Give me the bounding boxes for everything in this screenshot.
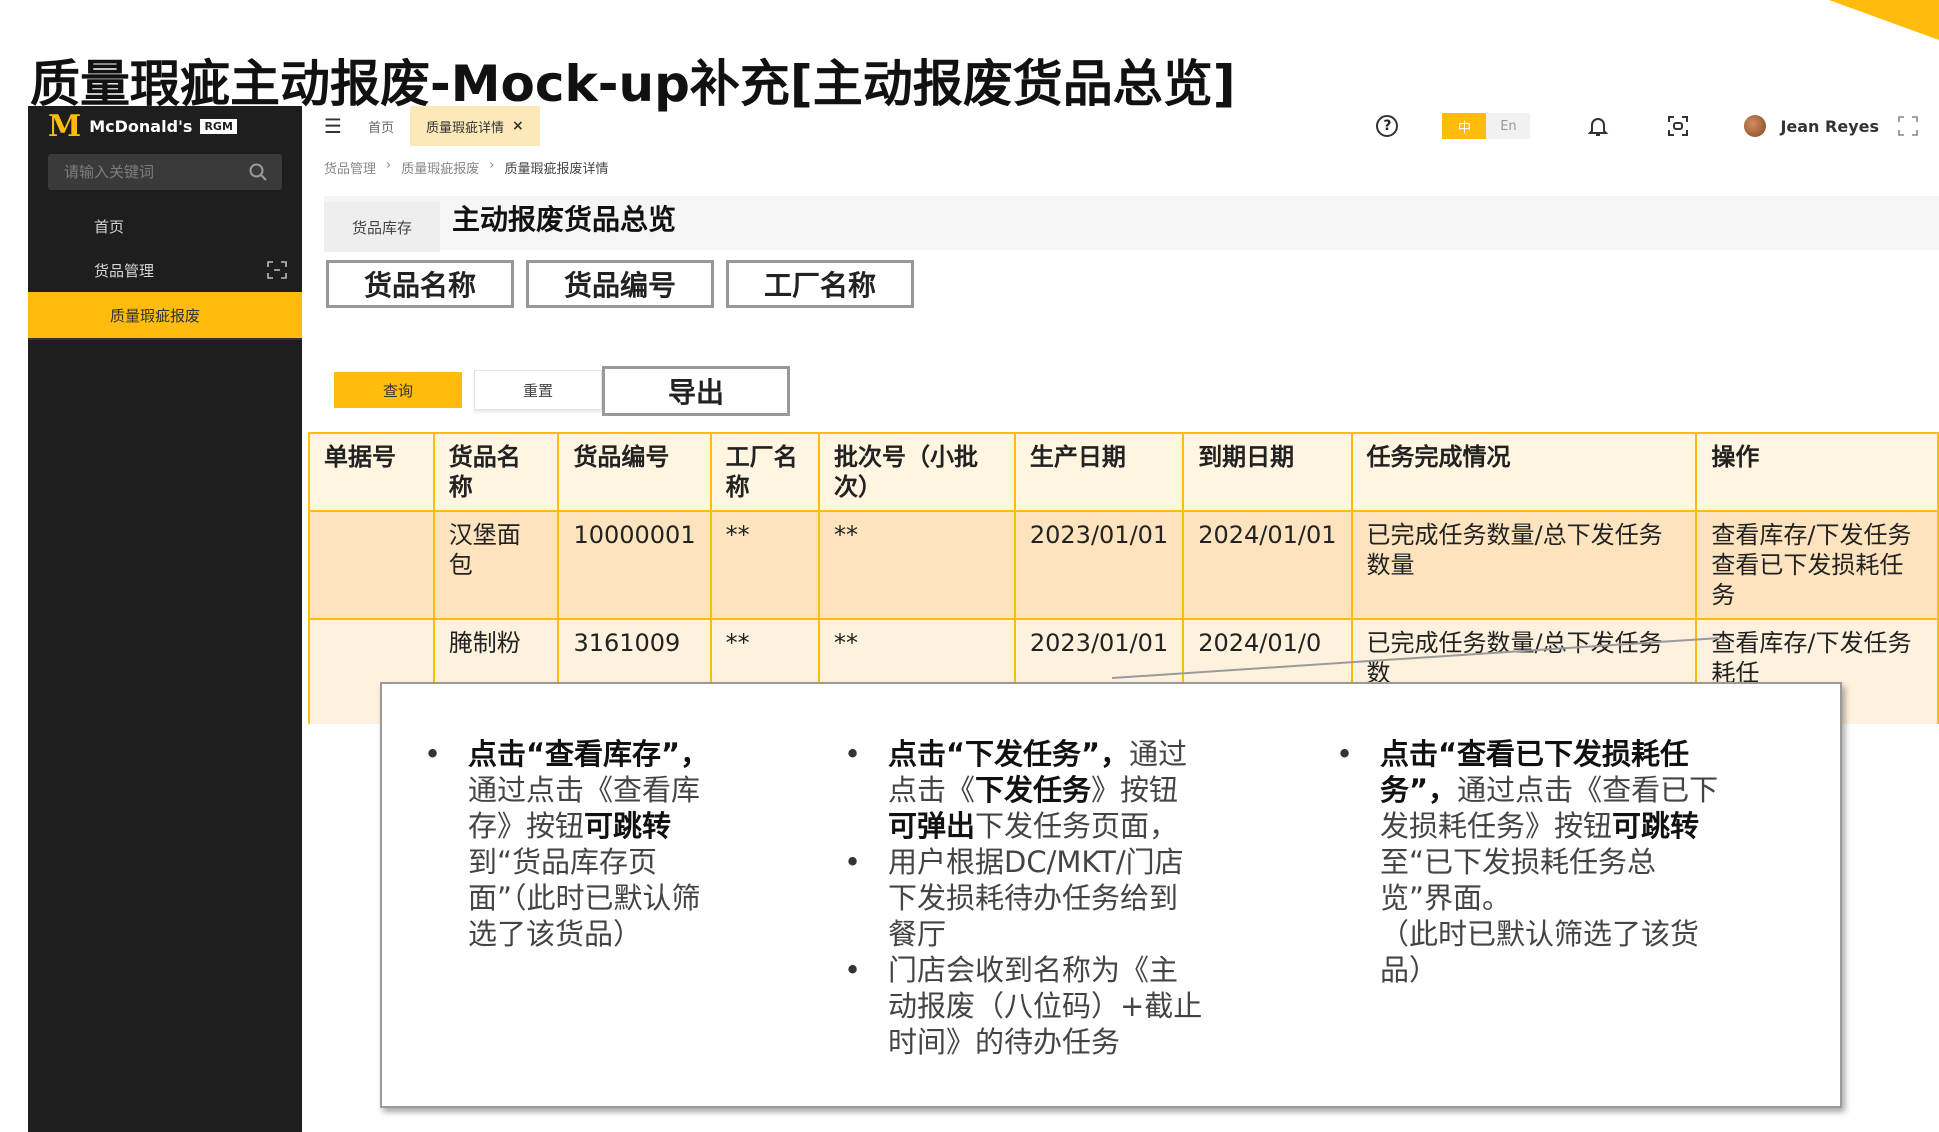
- column-header: 生产日期: [1013, 432, 1185, 512]
- column-header: 任务完成情况: [1350, 432, 1698, 512]
- corner-decoration: [1829, 0, 1939, 40]
- filter-goods-code[interactable]: 货品编号: [526, 260, 714, 308]
- lang-en[interactable]: En: [1486, 113, 1531, 139]
- logo: M McDonald's RGM: [28, 106, 302, 146]
- column-header: 到期日期: [1182, 432, 1353, 512]
- column-header: 操作: [1695, 432, 1939, 512]
- column-header: 工厂名称: [709, 432, 820, 512]
- page-title: 主动报废货品总览: [452, 203, 677, 236]
- callout-item: 点击“查看库存”，通过点击《查看库存》按钮可跳转到“货品库存页面”（此时已默认筛…: [424, 736, 724, 952]
- mcdonalds-arches-icon: M: [48, 108, 82, 144]
- user-name[interactable]: Jean Reyes: [1780, 117, 1879, 136]
- search-input[interactable]: [62, 162, 246, 182]
- table-cell: 10000001: [557, 510, 712, 620]
- breadcrumb-item[interactable]: 货品管理: [324, 158, 376, 177]
- scan-icon[interactable]: [1666, 114, 1690, 138]
- fullscreen-icon[interactable]: [1897, 115, 1919, 137]
- sidebar: M McDonald's RGM 首页 货品管理 质量瑕疵报废: [28, 106, 302, 1132]
- column-header: 货品编号: [557, 432, 712, 512]
- search-icon[interactable]: [248, 162, 268, 182]
- language-switch[interactable]: 中 En: [1442, 113, 1531, 139]
- table-cell: 汉堡面包: [432, 510, 560, 620]
- annotation-callout: 点击“查看库存”，通过点击《查看库存》按钮可跳转到“货品库存页面”（此时已默认筛…: [380, 682, 1842, 1108]
- sidebar-item-home[interactable]: 首页: [28, 204, 302, 248]
- topbar: ☰ 首页 质量瑕疵详情 × ? 中 En Jean Reyes: [302, 106, 1939, 146]
- tab-label: 质量瑕疵详情: [426, 120, 505, 136]
- table-cell: **: [709, 510, 820, 620]
- table-row: 汉堡面包 10000001 ** ** 2023/01/01 2024/01/0…: [308, 510, 1939, 620]
- callout-item: 用户根据DC/MKT/门店下发损耗待办任务给到餐厅: [844, 844, 1204, 952]
- callout-column-issue-task: 点击“下发任务”，通过点击《下发任务》按钮可弹出下发任务页面， 用户根据DC/M…: [844, 736, 1204, 1060]
- topbar-right: ? 中 En Jean Reyes: [1376, 106, 1939, 146]
- callout-item: 点击“下发任务”，通过点击《下发任务》按钮可弹出下发任务页面，: [844, 736, 1204, 844]
- divider: [28, 338, 302, 340]
- filter-factory-name[interactable]: 工厂名称: [726, 260, 914, 308]
- column-header: 批次号（小批次）: [817, 432, 1016, 512]
- breadcrumb: 货品管理 › 质量瑕疵报废 › 质量瑕疵报废详情: [324, 158, 608, 177]
- brand-badge: RGM: [200, 118, 237, 134]
- table-cell: 2024/01/01: [1182, 510, 1353, 620]
- column-header: 货品名称: [432, 432, 560, 512]
- lang-zh[interactable]: 中: [1442, 113, 1487, 139]
- callout-item: 门店会收到名称为《主动报废（八位码）+截止时间》的待办任务: [844, 952, 1204, 1060]
- table-cell: 已完成任务数量/总下发任务数量: [1350, 510, 1698, 620]
- sidebar-search[interactable]: [48, 154, 282, 190]
- row-actions[interactable]: 查看库存/下发任务查看已下发损耗任务: [1695, 510, 1939, 620]
- reset-button[interactable]: 重置: [474, 370, 602, 410]
- help-icon[interactable]: ?: [1376, 115, 1399, 137]
- column-header: 单据号: [308, 432, 435, 512]
- chevron-right-icon: ›: [489, 158, 495, 173]
- table-cell: 2023/01/01: [1013, 510, 1185, 620]
- breadcrumb-item[interactable]: 质量瑕疵报废: [401, 158, 479, 177]
- chevron-right-icon: ›: [386, 158, 392, 173]
- close-icon[interactable]: ×: [512, 118, 524, 134]
- callout-item: 点击“查看已下发损耗任务”，通过点击《查看已下发损耗任务》按钮可跳转至“已下发损…: [1336, 736, 1720, 988]
- filter-goods-name[interactable]: 货品名称: [326, 260, 514, 308]
- table-cell: [308, 510, 435, 620]
- sidebar-item-quality-scrap[interactable]: 质量瑕疵报废: [28, 292, 302, 338]
- callout-column-stock: 点击“查看库存”，通过点击《查看库存》按钮可跳转到“货品库存页面”（此时已默认筛…: [424, 736, 724, 952]
- breadcrumb-current: 质量瑕疵报废详情: [504, 162, 609, 177]
- callout-column-issued-tasks: 点击“查看已下发损耗任务”，通过点击《查看已下发损耗任务》按钮可跳转至“已下发损…: [1336, 736, 1720, 988]
- tab-quality-detail[interactable]: 质量瑕疵详情 ×: [410, 106, 540, 146]
- avatar[interactable]: [1744, 115, 1767, 137]
- tab-goods-stock[interactable]: 货品库存: [324, 202, 440, 252]
- sidebar-item-label: 质量瑕疵报废: [110, 306, 201, 325]
- brand-name: McDonald's: [89, 116, 193, 136]
- table-cell: **: [817, 510, 1016, 620]
- sidebar-item-label: 首页: [94, 217, 125, 236]
- sidebar-item-label: 货品管理: [94, 261, 155, 280]
- tab-home[interactable]: 首页: [352, 106, 410, 146]
- goods-table: 单据号 货品名称 货品编号 工厂名称 批次号（小批次） 生产日期 到期日期 任务…: [308, 432, 1939, 724]
- export-button[interactable]: 导出: [602, 366, 790, 416]
- query-button[interactable]: 查询: [334, 372, 462, 408]
- menu-icon[interactable]: ☰: [324, 114, 352, 138]
- bell-icon[interactable]: [1586, 114, 1610, 138]
- sidebar-item-goods[interactable]: 货品管理: [28, 248, 302, 292]
- table-header-row: 单据号 货品名称 货品编号 工厂名称 批次号（小批次） 生产日期 到期日期 任务…: [308, 432, 1939, 512]
- expand-icon[interactable]: [266, 260, 288, 280]
